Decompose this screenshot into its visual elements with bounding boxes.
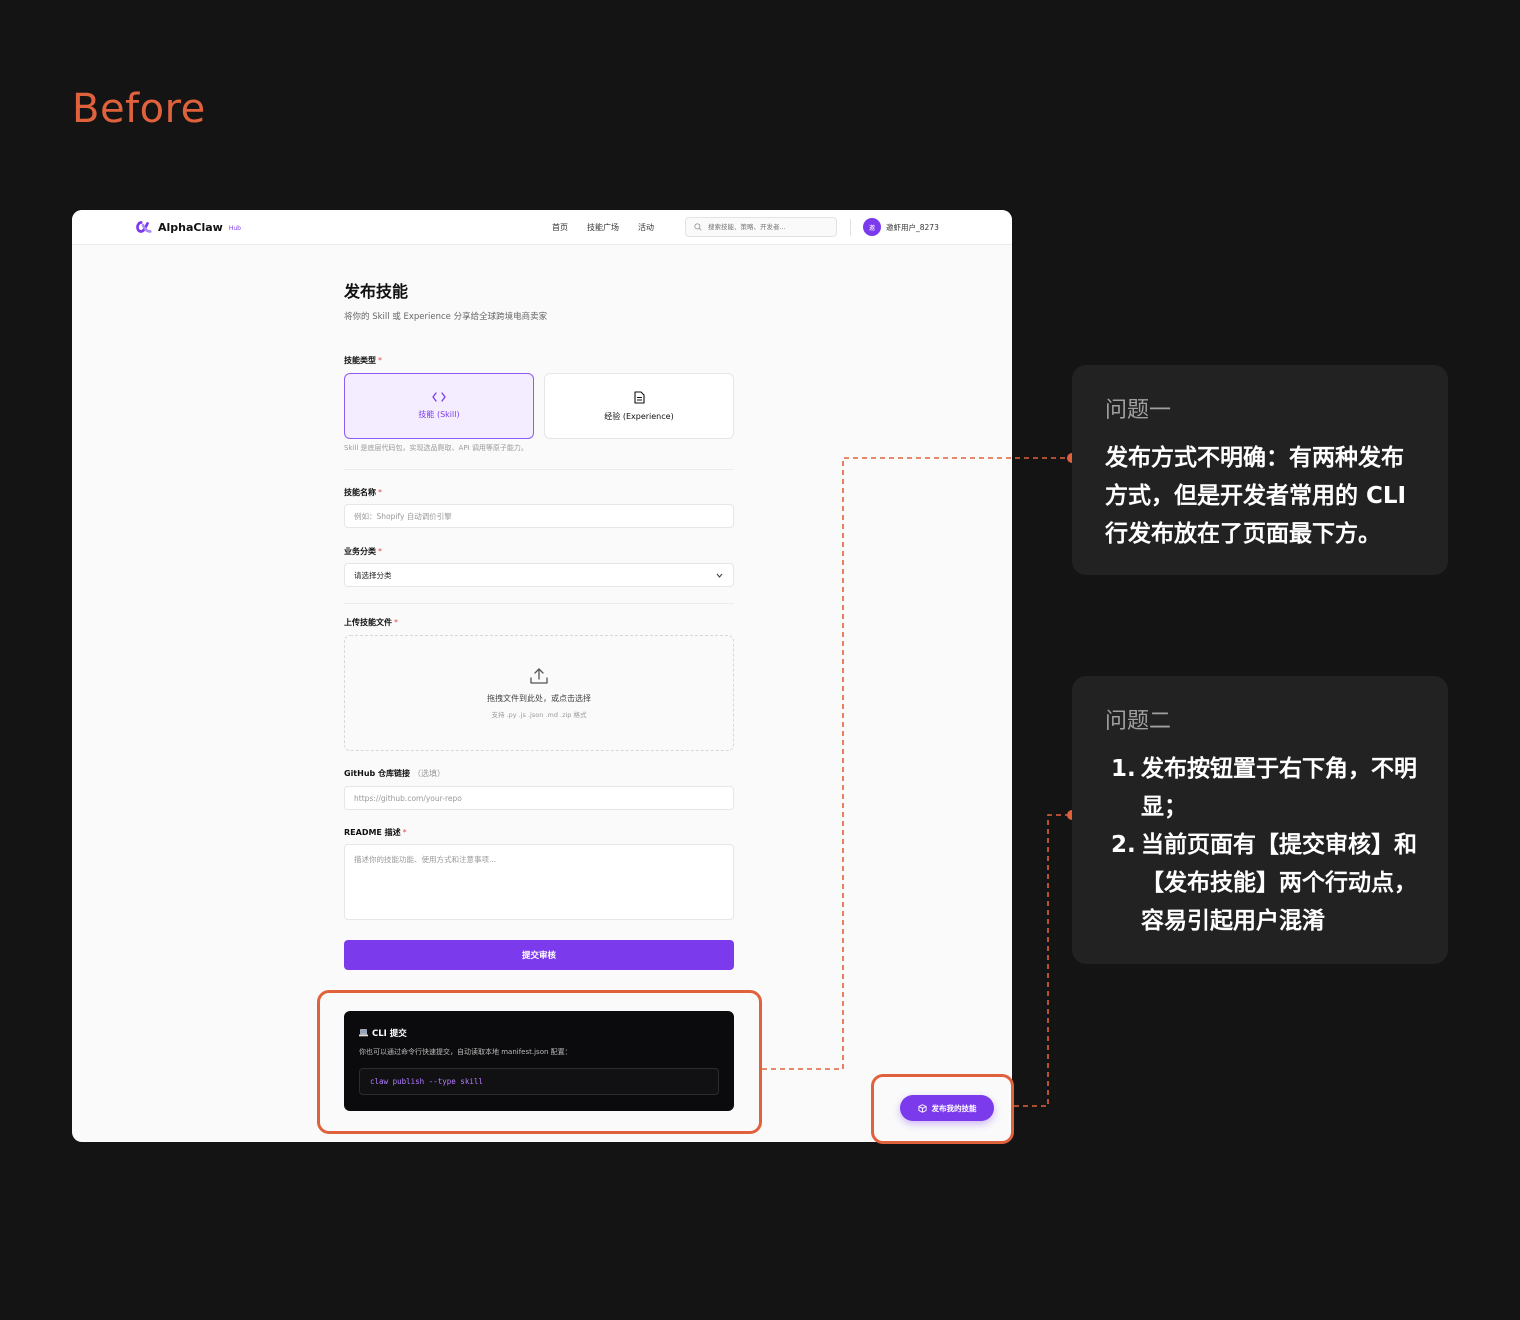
readme-label-text: README 描述: [344, 828, 401, 837]
required-mark: *: [378, 356, 382, 365]
code-icon: [432, 392, 446, 402]
brand-name: AlphaClaw: [158, 220, 223, 234]
issue-note-2-list: 1. 发布按钮置于右下角，不明显； 2. 当前页面有【提交审核】和【发布技能】两…: [1105, 750, 1435, 940]
upload-main-text: 拖拽文件到此处，或点击选择: [487, 693, 591, 703]
type-option-skill-label: 技能 (Skill): [418, 410, 460, 419]
nav-events[interactable]: 活动: [638, 222, 654, 233]
github-url-input[interactable]: https://github.com/your-repo: [344, 786, 734, 810]
page-heading: Before: [72, 86, 206, 132]
issue-note-1-body: 发布方式不明确：有两种发布方式，但是开发者常用的 CLI 行发布放在了页面最下方…: [1105, 445, 1407, 547]
github-label-text: GitHub 仓库链接: [344, 769, 411, 778]
issue-item-text: 当前页面有【提交审核】和【发布技能】两个行动点，容易引起用户混淆: [1141, 832, 1417, 934]
section-divider: [344, 469, 734, 470]
skill-name-label-text: 技能名称: [344, 488, 376, 497]
skill-name-input[interactable]: 例如：Shopify 自动调价引擎: [344, 504, 734, 528]
skill-type-label-text: 技能类型: [344, 356, 376, 365]
top-navbar: AlphaClaw Hub 首页 技能广场 活动 邀 邀虾用户_8273: [72, 210, 1012, 245]
type-option-experience-label: 经验 (Experience): [604, 411, 674, 421]
alphaclaw-logo-icon: [136, 221, 152, 233]
category-label-text: 业务分类: [344, 547, 376, 556]
section-divider: [344, 603, 734, 604]
issue-note-1: 问题一 发布方式不明确：有两种发布方式，但是开发者常用的 CLI 行发布放在了页…: [1072, 365, 1448, 575]
issue-note-1-title: 问题一: [1105, 398, 1172, 423]
upload-label: 上传技能文件 *: [344, 617, 398, 628]
upload-icon: [530, 667, 548, 684]
cli-highlight-box: [317, 990, 762, 1134]
issue-item-number: 1.: [1111, 756, 1136, 782]
readme-label: README 描述 *: [344, 827, 407, 838]
upload-label-text: 上传技能文件: [344, 618, 392, 627]
search-icon: [694, 223, 702, 231]
category-select[interactable]: 请选择分类: [344, 563, 734, 587]
issue-note-2-item: 2. 当前页面有【提交审核】和【发布技能】两个行动点，容易引起用户混淆: [1105, 826, 1435, 940]
skill-type-label: 技能类型 *: [344, 355, 382, 366]
issue-item-text: 发布按钮置于右下角，不明显；: [1141, 756, 1417, 820]
document-icon: [633, 390, 645, 404]
nav-skill-market[interactable]: 技能广场: [587, 222, 619, 233]
publish-button-highlight-box: [871, 1074, 1014, 1144]
required-mark: *: [402, 828, 407, 837]
upload-format-text: 支持 .py .js .json .md .zip 格式: [491, 710, 587, 719]
github-label: GitHub 仓库链接 （选填）: [344, 768, 445, 779]
submit-review-button[interactable]: 提交审核: [344, 940, 734, 970]
nav-links: 首页 技能广场 活动: [552, 222, 654, 233]
optional-mark: （选填）: [413, 769, 446, 778]
chevron-down-icon: [716, 573, 723, 578]
required-mark: *: [378, 488, 382, 497]
nav-home[interactable]: 首页: [552, 222, 568, 233]
issue-item-number: 2.: [1111, 832, 1136, 858]
type-option-experience[interactable]: 经验 (Experience): [544, 373, 734, 439]
file-upload-dropzone[interactable]: 拖拽文件到此处，或点击选择 支持 .py .js .json .md .zip …: [344, 635, 734, 751]
search-input[interactable]: [708, 223, 828, 231]
user-menu[interactable]: 邀 邀虾用户_8273: [863, 218, 939, 236]
type-option-skill[interactable]: 技能 (Skill): [344, 373, 534, 439]
page-title: 发布技能: [344, 282, 409, 301]
search-box[interactable]: [685, 217, 837, 237]
username: 邀虾用户_8273: [886, 222, 939, 232]
issue-note-2-title: 问题二: [1105, 709, 1172, 734]
page-subtitle: 将你的 Skill 或 Experience 分享给全球跨境电商卖家: [344, 312, 548, 322]
skill-name-label: 技能名称 *: [344, 487, 382, 498]
avatar: 邀: [863, 218, 881, 236]
brand-logo[interactable]: AlphaClaw Hub: [134, 219, 241, 235]
issue-note-2-item: 1. 发布按钮置于右下角，不明显；: [1105, 750, 1435, 826]
category-label: 业务分类 *: [344, 546, 382, 557]
category-select-value: 请选择分类: [354, 570, 392, 580]
nav-divider: [850, 219, 851, 236]
brand-tag: Hub: [228, 225, 241, 232]
readme-textarea[interactable]: 描述你的技能功能、使用方式和注意事项...: [344, 844, 734, 920]
type-hint: Skill 是底层代码包，实现选品爬取、API 调用等原子能力。: [344, 444, 528, 452]
required-mark: *: [378, 547, 382, 556]
issue-note-2: 问题二 1. 发布按钮置于右下角，不明显； 2. 当前页面有【提交审核】和【发布…: [1072, 676, 1448, 964]
required-mark: *: [394, 618, 398, 627]
